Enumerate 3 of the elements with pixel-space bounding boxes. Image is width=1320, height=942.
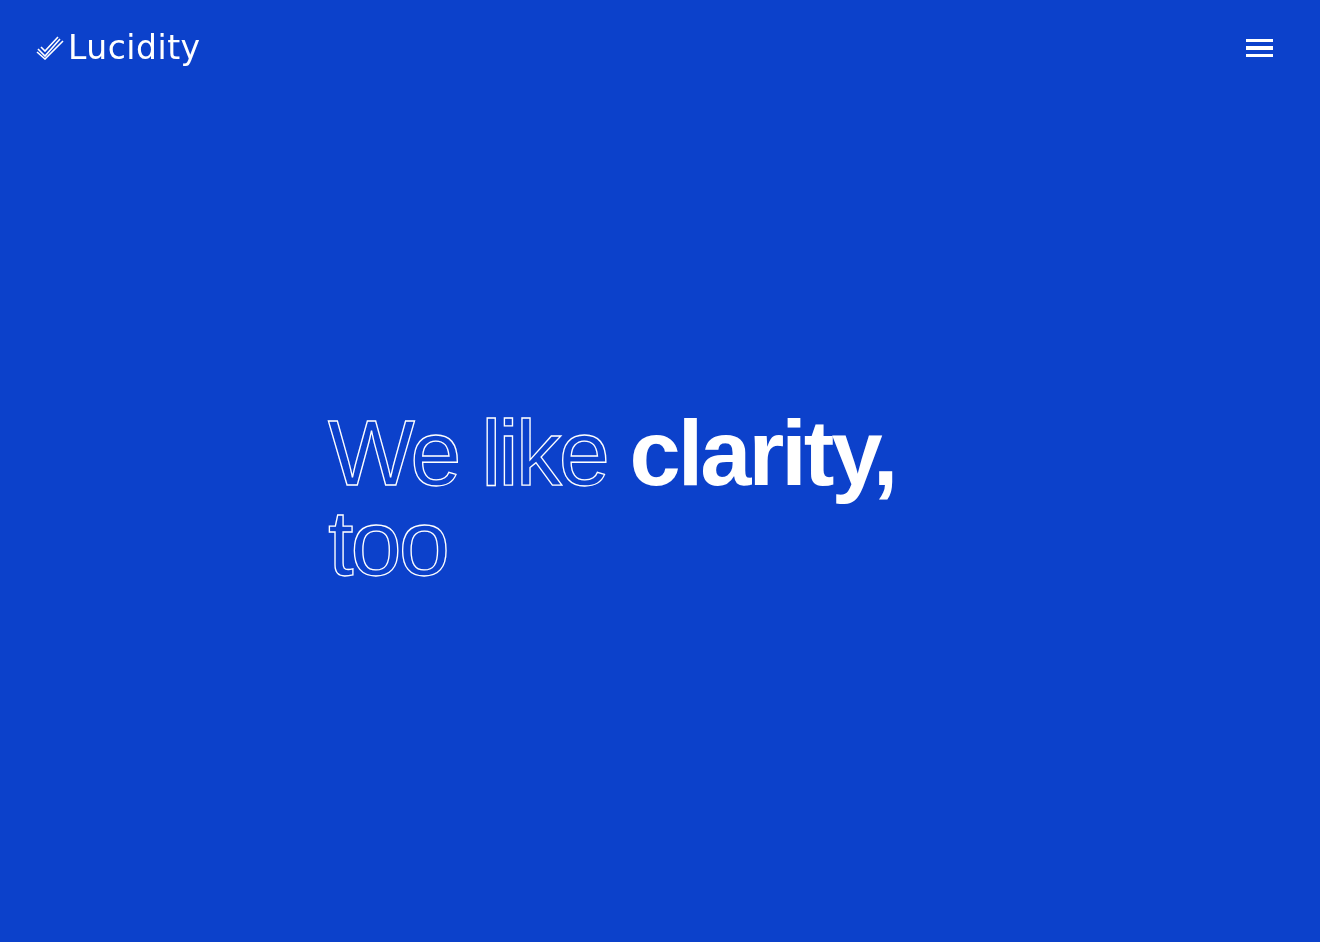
headline: We like clarity, too (328, 408, 896, 588)
logo-link[interactable]: Lucidity (36, 28, 201, 68)
checkmark-logo-icon (36, 36, 66, 60)
